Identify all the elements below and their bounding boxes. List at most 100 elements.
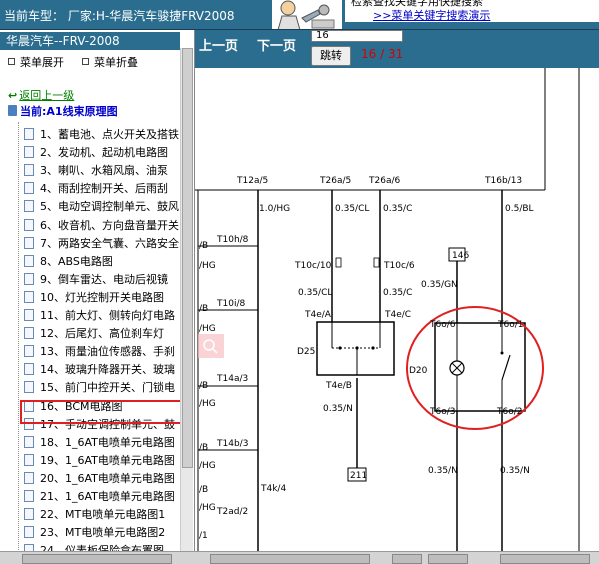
- list-item-label: 14、玻璃升降器开关、玻璃: [40, 363, 175, 377]
- list-item-label: 5、电动空调控制单元、鼓风: [40, 200, 179, 214]
- list-item[interactable]: 3、喇叭、水箱风扇、油泵: [24, 162, 180, 180]
- label-t26a5: T26a/5: [319, 176, 351, 186]
- label-t12a5: T12a/5: [236, 176, 268, 186]
- list-item-label: 2、发动机、起动机电路图: [40, 146, 168, 160]
- sidebar-scrollbar[interactable]: [180, 48, 193, 551]
- vehicle-title: 当前车型： 厂家:H-华晨汽车骏捷FRV2008: [4, 9, 235, 23]
- label-146: 146: [452, 251, 469, 261]
- list-item-label: 6、收音机、方向盘音量开关: [40, 218, 179, 232]
- document-icon: [24, 309, 34, 321]
- bottom-button-2[interactable]: [428, 554, 468, 564]
- list-item-label: 3、喇叭、水箱风扇、油泵: [40, 164, 168, 178]
- label-one: /1: [199, 531, 208, 541]
- page-number-input[interactable]: 16: [311, 30, 403, 42]
- current-folder: 当前:A1线束原理图: [8, 103, 118, 119]
- document-icon: [24, 272, 34, 285]
- list-item[interactable]: 6、收音机、方向盘音量开关: [24, 217, 180, 235]
- collapse-square-icon: [82, 58, 89, 65]
- document-icon: [24, 200, 34, 213]
- label-t6o3: T6o/3: [429, 407, 456, 417]
- list-item-label: 12、后尾灯、高位刹车灯: [40, 327, 164, 341]
- bottom-scroll-right[interactable]: [500, 554, 590, 564]
- list-item[interactable]: 23、MT电喷单元电路图2: [24, 524, 180, 542]
- label-t6o2: T6o/2: [496, 407, 523, 417]
- list-item-label: 7、两路安全气囊、六路安全: [40, 236, 179, 250]
- list-item[interactable]: 18、1_6AT电喷单元电路图: [24, 434, 180, 452]
- list-item[interactable]: 22、MT电喷单元电路图1: [24, 506, 180, 524]
- list-item[interactable]: 8、ABS电路图: [24, 253, 180, 271]
- list-item[interactable]: 14、玻璃升降器开关、玻璃: [24, 361, 180, 379]
- label-211: 211: [350, 471, 367, 481]
- label-t14a3: T14a/3: [216, 374, 248, 384]
- collapse-menu-label: 菜单折叠: [94, 56, 138, 69]
- label-hg5: /HG: [199, 461, 216, 471]
- list-item[interactable]: 21、1_6AT电喷单元电路图: [24, 488, 180, 506]
- back-link[interactable]: ↩ 返回上一级: [8, 87, 74, 103]
- list-item[interactable]: 10、灯光控制开关电路图: [24, 289, 180, 307]
- jump-button[interactable]: 跳转: [311, 46, 351, 66]
- label-t4eb: T4e/B: [325, 381, 352, 391]
- list-item-label: 8、ABS电路图: [40, 254, 113, 268]
- sidebar-title: 华晨汽车--FRV-2008: [0, 32, 180, 50]
- bottom-button-1[interactable]: [392, 554, 422, 564]
- label-b1: /B: [199, 241, 208, 251]
- label-n3: 0.35/N: [500, 466, 530, 476]
- list-item[interactable]: 12、后尾灯、高位刹车灯: [24, 325, 180, 343]
- label-b4: /B: [199, 443, 208, 453]
- document-icon: [24, 128, 34, 140]
- list-item[interactable]: 1、蓄电池、点火开关及搭铁: [24, 126, 180, 144]
- label-t2ad2: T2ad/2: [216, 507, 248, 517]
- label-t26a6: T26a/6: [368, 176, 400, 186]
- label-cl1: 0.35/CL: [335, 204, 369, 214]
- zoom-magnifier-icon[interactable]: [198, 334, 224, 358]
- document-icon: [24, 146, 34, 159]
- current-folder-label: 当前:A1线束原理图: [20, 105, 118, 118]
- back-link-label: 返回上一级: [19, 89, 75, 102]
- list-item[interactable]: 4、雨刮控制开关、后雨刮: [24, 180, 180, 198]
- label-t6o6: T6o/6: [429, 320, 456, 330]
- label-hg3: /HG: [199, 324, 216, 334]
- prev-page-button[interactable]: 上一页: [199, 35, 238, 54]
- label-gn1: 0.35/GN: [421, 280, 458, 290]
- label-cl2: 0.35/CL: [298, 288, 332, 298]
- label-t4k4: T4k/4: [260, 484, 286, 494]
- list-item[interactable]: 11、前大灯、侧转向灯电路: [24, 307, 180, 325]
- bottom-scroll-left[interactable]: [22, 554, 172, 564]
- list-item-label: 21、1_6AT电喷单元电路图: [40, 490, 175, 503]
- document-icon: [24, 490, 34, 502]
- label-b2: /B: [199, 304, 208, 314]
- promo-search-demo-link[interactable]: >>菜单关键字搜索演示: [373, 7, 490, 23]
- list-item[interactable]: 20、1_6AT电喷单元电路图: [24, 470, 180, 488]
- list-item[interactable]: 2、发动机、起动机电路图: [24, 144, 180, 162]
- list-item[interactable]: 9、倒车雷达、电动后视镜: [24, 271, 180, 289]
- list-item-label: 19、1_6AT电喷单元电路图: [40, 453, 175, 467]
- label-t10h8: T10h/8: [216, 235, 249, 245]
- list-item[interactable]: 15、前门中控开关、门锁电: [24, 379, 180, 397]
- label-n2: 0.35/N: [428, 466, 458, 476]
- label-t4ea: T4e/A: [304, 310, 332, 320]
- list-item[interactable]: 5、电动空调控制单元、鼓风: [24, 198, 180, 216]
- bottom-scroll-mid[interactable]: [210, 554, 370, 564]
- document-icon: [24, 435, 34, 448]
- list-item[interactable]: 13、雨量油位传感器、手刹: [24, 343, 180, 361]
- expand-menu-label: 菜单展开: [20, 56, 64, 69]
- label-c1: 0.35/C: [383, 204, 412, 214]
- document-icon: [24, 526, 34, 539]
- document-icon: [24, 182, 34, 195]
- next-page-button[interactable]: 下一页: [257, 35, 296, 54]
- sidebar-scrollbar-thumb[interactable]: [182, 48, 193, 468]
- mascot-logo-icon: [272, 0, 342, 30]
- document-icon: [24, 164, 34, 177]
- bottom-status-bar: [0, 551, 599, 564]
- label-c2: 0.35/C: [383, 288, 412, 298]
- document-icon: [24, 381, 34, 394]
- label-hg4: /HG: [199, 399, 216, 409]
- label-bl1: 0.5/BL: [505, 204, 534, 214]
- expand-menu-button[interactable]: 菜单展开: [8, 54, 64, 70]
- book-icon: [8, 105, 17, 116]
- collapse-menu-button[interactable]: 菜单折叠: [82, 54, 138, 70]
- label-t10c10: T10c/10: [294, 261, 332, 271]
- list-item[interactable]: 19、1_6AT电喷单元电路图: [24, 452, 180, 470]
- list-item[interactable]: 7、两路安全气囊、六路安全: [24, 235, 180, 253]
- label-n1: 0.35/N: [323, 404, 353, 414]
